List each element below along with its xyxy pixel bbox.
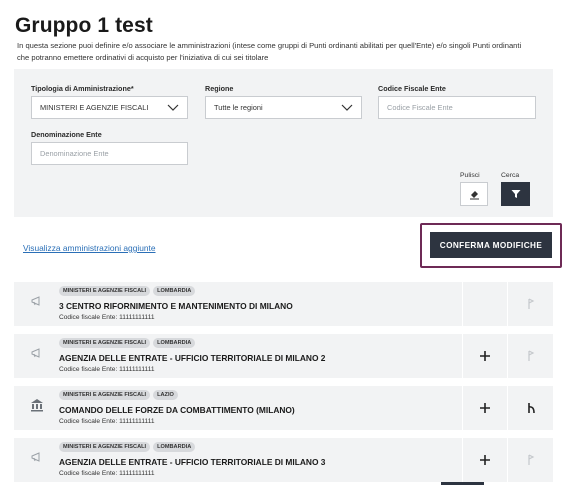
plus-icon <box>480 403 490 413</box>
search-button[interactable] <box>501 182 530 206</box>
item-fiscal-code: Codice fiscale Ente: 11111111111 <box>59 314 155 321</box>
filter-icon <box>511 190 520 198</box>
page-description: In questa sezione puoi definire e/o asso… <box>17 41 522 62</box>
list-item: MINISTERI E AGENZIE FISCALI LAZIO COMAND… <box>14 386 553 430</box>
denominazione-label: Denominazione Ente <box>31 130 102 139</box>
region-badge: LOMBARDIA <box>153 338 196 348</box>
plus-icon <box>480 351 490 361</box>
regione-label: Regione <box>205 84 234 93</box>
regione-value: Tutte le regioni <box>214 103 263 112</box>
pin-icon <box>527 350 534 361</box>
item-name: AGENZIA DELLE ENTRATE - UFFICIO TERRITOR… <box>59 353 326 363</box>
page-title: Gruppo 1 test <box>15 14 153 37</box>
clean-button[interactable] <box>460 182 488 206</box>
region-badge: LAZIO <box>153 390 178 400</box>
megaphone-icon <box>31 348 40 358</box>
clean-label: Pulisci <box>460 172 480 179</box>
megaphone-icon <box>31 296 40 306</box>
codice-fiscale-input[interactable]: Codice Fiscale Ente <box>378 96 536 119</box>
list-item: MINISTERI E AGENZIE FISCALI LOMBARDIA AG… <box>14 438 553 482</box>
assign-button[interactable] <box>508 282 553 326</box>
tipologia-value: MINISTERI E AGENZIE FISCALI <box>40 103 149 112</box>
type-badge: MINISTERI E AGENZIE FISCALI <box>59 442 151 452</box>
badge-group: MINISTERI E AGENZIE FISCALI LAZIO <box>59 390 178 400</box>
assign-button[interactable] <box>508 386 553 430</box>
codice-fiscale-label: Codice Fiscale Ente <box>378 84 446 93</box>
region-badge: LOMBARDIA <box>153 286 196 296</box>
badge-group: MINISTERI E AGENZIE FISCALI LOMBARDIA <box>59 286 196 296</box>
type-badge: MINISTERI E AGENZIE FISCALI <box>59 390 151 400</box>
badge-group: MINISTERI E AGENZIE FISCALI LOMBARDIA <box>59 338 196 348</box>
pin-icon <box>527 298 534 309</box>
add-button[interactable] <box>463 438 507 482</box>
search-label: Cerca <box>501 172 520 179</box>
institution-icon <box>31 399 43 412</box>
item-fiscal-code: Codice fiscale Ente: 11111111111 <box>59 470 155 477</box>
item-name: 3 CENTRO RIFORNIMENTO E MANTENIMENTO DI … <box>59 301 293 311</box>
type-badge: MINISTERI E AGENZIE FISCALI <box>59 338 151 348</box>
assign-button[interactable] <box>508 334 553 378</box>
pin-icon <box>527 454 534 465</box>
regione-select[interactable]: Tutte le regioni <box>205 96 362 119</box>
item-name: AGENZIA DELLE ENTRATE - UFFICIO TERRITOR… <box>59 457 326 467</box>
plus-icon <box>480 455 490 465</box>
tipologia-select[interactable]: MINISTERI E AGENZIE FISCALI <box>31 96 188 119</box>
add-button[interactable] <box>463 334 507 378</box>
chevron-down-icon <box>167 104 179 111</box>
list-item: MINISTERI E AGENZIE FISCALI LOMBARDIA 3 … <box>14 282 553 326</box>
badge-group: MINISTERI E AGENZIE FISCALI LOMBARDIA <box>59 442 196 452</box>
item-name: COMANDO DELLE FORZE DA COMBATTIMENTO (MI… <box>59 405 295 415</box>
megaphone-icon <box>31 452 40 462</box>
denominazione-input[interactable]: Denominazione Ente <box>31 142 188 165</box>
assign-button[interactable] <box>508 438 553 482</box>
pin-icon <box>527 403 535 414</box>
eraser-icon <box>469 190 479 199</box>
chevron-down-icon <box>341 104 353 111</box>
tipologia-label: Tipologia di Amministrazione* <box>31 84 134 93</box>
list-item: MINISTERI E AGENZIE FISCALI LOMBARDIA AG… <box>14 334 553 378</box>
add-button[interactable] <box>463 386 507 430</box>
show-added-administrations-link[interactable]: Visualizza amministrazioni aggiunte <box>23 243 156 253</box>
type-badge: MINISTERI E AGENZIE FISCALI <box>59 286 151 296</box>
item-fiscal-code: Codice fiscale Ente: 11111111111 <box>59 418 155 425</box>
item-fiscal-code: Codice fiscale Ente: 11111111111 <box>59 366 155 373</box>
add-button[interactable] <box>463 282 507 326</box>
confirm-changes-button[interactable]: CONFERMA MODIFICHE <box>430 232 552 258</box>
region-badge: LOMBARDIA <box>153 442 196 452</box>
